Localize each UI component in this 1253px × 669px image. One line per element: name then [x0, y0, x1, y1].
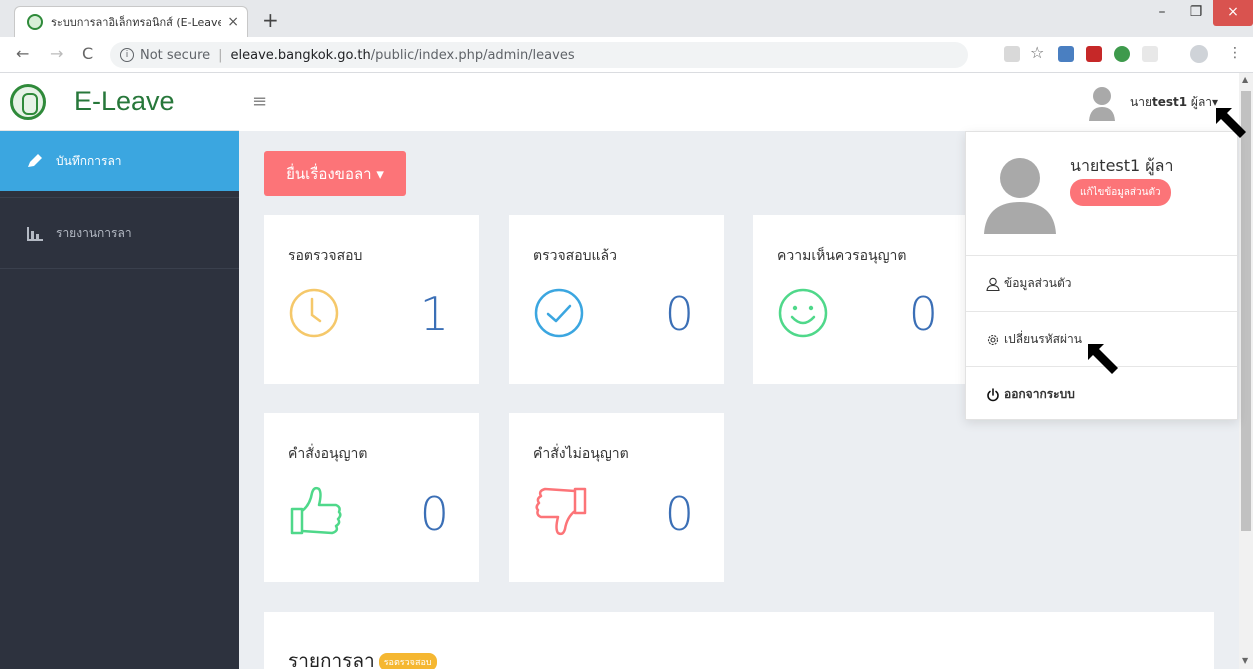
- menu-item-label: ข้อมูลส่วนตัว: [1004, 276, 1072, 290]
- extension-icon[interactable]: [1058, 46, 1074, 62]
- user-role: ผู้ลา: [1190, 95, 1213, 109]
- card-count: 0: [664, 287, 694, 341]
- leave-list-panel: รายการลา รอตรวจสอบ: [264, 612, 1214, 669]
- clock-icon: [289, 288, 339, 338]
- page-scrollbar[interactable]: ▲ ▼: [1239, 73, 1253, 669]
- url-path: /public/index.php/admin/leaves: [370, 47, 575, 63]
- sidebar: E-Leave บันทึกการลา รายงานการลา: [0, 73, 239, 669]
- forward-arrow-icon[interactable]: →: [50, 44, 63, 63]
- list-title: รายการลา รอตรวจสอบ: [288, 646, 437, 669]
- card-title: รอตรวจสอบ: [288, 248, 363, 264]
- scroll-down-icon[interactable]: ▼: [1242, 656, 1248, 665]
- address-bar: ← → C i Not secure | eleave.bangkok.go.t…: [0, 37, 1253, 73]
- translate-icon[interactable]: [1004, 46, 1020, 62]
- smile-icon: [778, 288, 828, 338]
- browser-tab-strip: ระบบการลาอิเล็กทรอนิกส์ (E-Leave) × + – …: [0, 0, 1253, 37]
- status-card-recommend-approve[interactable]: ความเห็นควรอนุญาต 0: [753, 215, 968, 384]
- back-arrow-icon[interactable]: ←: [16, 44, 29, 63]
- power-icon: [987, 387, 999, 401]
- user-dropdown-menu: นายtest1 ผู้ลา แก้ไขข้อมูลส่วนตัว ข้อมูล…: [965, 131, 1238, 420]
- card-title: ความเห็นควรอนุญาต: [777, 248, 907, 264]
- url-separator: |: [218, 47, 223, 63]
- card-count: 1: [419, 287, 449, 341]
- url-host: eleave.bangkok.go.th: [230, 47, 371, 63]
- menu-item-label: เปลี่ยนรหัสผ่าน: [1004, 332, 1082, 346]
- sidebar-item-leave-record[interactable]: บันทึกการลา: [0, 131, 239, 191]
- bookmark-star-icon[interactable]: ☆: [1030, 43, 1044, 62]
- status-card-rejected[interactable]: คำสั่งไม่อนุญาต 0: [509, 413, 724, 582]
- url-field[interactable]: i Not secure | eleave.bangkok.go.th /pub…: [110, 42, 968, 68]
- reload-icon[interactable]: C: [82, 44, 93, 63]
- browser-tab[interactable]: ระบบการลาอิเล็กทรอนิกส์ (E-Leave) ×: [14, 6, 248, 37]
- brand[interactable]: E-Leave: [0, 73, 239, 131]
- cursor-arrow-icon: [1216, 108, 1246, 138]
- window-controls: – ❐ ×: [1145, 0, 1253, 26]
- minimize-button[interactable]: –: [1145, 0, 1179, 26]
- card-count: 0: [908, 287, 938, 341]
- menu-dots-icon[interactable]: ⋮: [1228, 45, 1242, 61]
- gear-icon: [987, 334, 999, 345]
- menu-item-profile[interactable]: ข้อมูลส่วนตัว: [966, 255, 1237, 311]
- extension-icon[interactable]: [1142, 46, 1158, 62]
- pencil-icon: [28, 154, 42, 167]
- logo-icon: [10, 83, 46, 120]
- new-tab-button[interactable]: +: [262, 8, 279, 32]
- menu-item-label: ออกจากระบบ: [1004, 387, 1075, 401]
- user-prefix: นาย: [1130, 95, 1152, 109]
- info-icon[interactable]: i: [120, 48, 134, 62]
- top-navbar: ≡ นายtest1 ผู้ลา▾: [239, 73, 1239, 131]
- sidebar-item-leave-report[interactable]: รายงานการลา: [0, 197, 239, 269]
- scroll-up-icon[interactable]: ▲: [1242, 75, 1248, 84]
- thumbs-up-icon: [290, 486, 342, 535]
- card-title: ตรวจสอบแล้ว: [533, 248, 617, 264]
- user-name: test1: [1151, 95, 1188, 109]
- tab-title: ระบบการลาอิเล็กทรอนิกส์ (E-Leave): [51, 16, 222, 29]
- tab-close-icon[interactable]: ×: [227, 14, 239, 30]
- check-circle-icon: [534, 288, 584, 338]
- scroll-thumb[interactable]: [1241, 91, 1251, 531]
- extension-icon[interactable]: [1114, 46, 1130, 62]
- thumbs-down-icon: [535, 487, 587, 536]
- avatar[interactable]: [1088, 85, 1116, 121]
- brand-name: E-Leave: [74, 86, 175, 116]
- submit-leave-request-button[interactable]: ยื่นเรื่องขอลา ▾: [264, 151, 406, 196]
- status-badge: รอตรวจสอบ: [378, 652, 437, 669]
- status-card-checked[interactable]: ตรวจสอบแล้ว 0: [509, 215, 724, 384]
- sidebar-item-label: บันทึกการลา: [56, 153, 122, 168]
- edit-profile-button[interactable]: แก้ไขข้อมูลส่วนตัว: [1070, 179, 1171, 206]
- hamburger-menu-icon[interactable]: ≡: [252, 91, 267, 112]
- maximize-button[interactable]: ❐: [1179, 0, 1213, 26]
- status-card-approved[interactable]: คำสั่งอนุญาต 0: [264, 413, 479, 582]
- security-label: Not secure: [140, 47, 211, 63]
- card-title: คำสั่งไม่อนุญาต: [533, 446, 629, 462]
- user-icon: [986, 277, 1000, 291]
- avatar: [984, 158, 1056, 234]
- card-count: 0: [419, 487, 449, 541]
- user-menu-toggle[interactable]: นายtest1 ผู้ลา▾: [1130, 93, 1218, 112]
- card-count: 0: [664, 487, 694, 541]
- extension-icon[interactable]: [1086, 46, 1102, 62]
- cursor-arrow-icon: [1088, 344, 1118, 374]
- window-close-button[interactable]: ×: [1213, 0, 1253, 26]
- favicon-icon: [27, 14, 43, 30]
- status-card-pending[interactable]: รอตรวจสอบ 1: [264, 215, 479, 384]
- profile-icon[interactable]: [1190, 45, 1208, 63]
- bar-chart-icon: [27, 227, 43, 241]
- list-title-text: รายการลา: [288, 650, 375, 669]
- sidebar-item-label: รายงานการลา: [56, 225, 132, 240]
- dropdown-user-name: นายtest1 ผู้ลา: [1070, 156, 1174, 175]
- card-title: คำสั่งอนุญาต: [288, 446, 368, 462]
